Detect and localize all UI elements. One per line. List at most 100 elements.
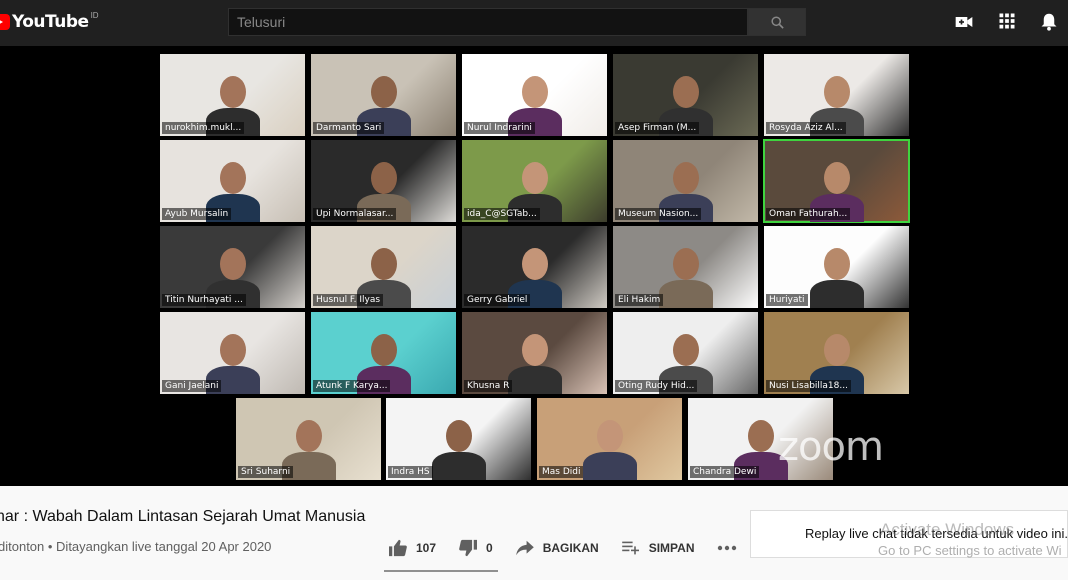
participant-face <box>371 162 397 194</box>
top-bar: YouTube ID Telusuri <box>0 0 1068 46</box>
participant-video <box>659 280 713 308</box>
participant-tile: Atunk F Karya... <box>311 312 456 394</box>
participant-tile: Indra HS <box>386 398 531 480</box>
participant-face <box>824 162 850 194</box>
participant-name: Ayub Mursalin <box>162 208 232 220</box>
participant-face <box>673 334 699 366</box>
video-actions: 107 0 BAGIKAN SIMPAN <box>388 539 767 557</box>
participant-name: Mas Didi <box>539 466 584 478</box>
apps-icon[interactable] <box>998 12 1016 30</box>
share-label: BAGIKAN <box>542 541 599 555</box>
logo-text: YouTube <box>12 12 89 32</box>
participant-video <box>508 366 562 394</box>
youtube-page: YouTube ID Telusuri nurokhim.mukl... Darm… <box>0 0 1068 580</box>
thumbs-up-icon <box>389 539 407 557</box>
participant-face <box>673 248 699 280</box>
participant-face <box>597 420 623 452</box>
participant-face <box>522 248 548 280</box>
participant-name: Museum Nasion... <box>615 208 702 220</box>
participant-name: Huriyati <box>766 294 808 306</box>
participant-name: Khusna R <box>464 380 513 392</box>
participant-tile: Rosyda Aziz Al... <box>764 54 909 136</box>
thumbs-down-icon <box>459 539 478 557</box>
participant-tile: Sri Suharni <box>236 398 381 480</box>
youtube-play-icon <box>0 14 10 30</box>
participant-tile: Titin Nurhayati ... <box>160 226 305 308</box>
participant-tile: Gerry Gabriel <box>462 226 607 308</box>
search-icon <box>771 16 784 29</box>
like-count: 107 <box>416 541 437 555</box>
participant-name: Gani Jaelani <box>162 380 222 392</box>
participant-name: ida_C@SGTab... <box>464 208 540 220</box>
participant-name: Nusi Lisabilla18... <box>766 380 851 392</box>
participant-face <box>220 334 246 366</box>
participant-tile: Oting Rudy Hid... <box>613 312 758 394</box>
participant-tile: nurokhim.mukl... <box>160 54 305 136</box>
participant-tile: Ayub Mursalin <box>160 140 305 222</box>
participant-tile: Mas Didi <box>537 398 682 480</box>
participant-face <box>824 76 850 108</box>
participant-video <box>432 452 486 480</box>
participant-face <box>673 162 699 194</box>
video-info: nar : Wabah Dalam Lintasan Sejarah Umat … <box>0 486 1068 580</box>
participant-face <box>296 420 322 452</box>
participant-face <box>673 76 699 108</box>
zoom-watermark: zoom <box>778 424 884 470</box>
participant-tile: Husnul F. Ilyas <box>311 226 456 308</box>
participant-name: Oting Rudy Hid... <box>615 380 698 392</box>
share-button[interactable]: BAGIKAN <box>515 540 599 556</box>
participant-face <box>220 76 246 108</box>
activate-windows-title: Activate Windows <box>880 520 1015 539</box>
participant-name: Oman Fathurah... <box>766 208 851 220</box>
participant-face <box>522 76 548 108</box>
like-button[interactable]: 107 <box>388 539 436 557</box>
participant-name: Sri Suharni <box>238 466 294 478</box>
participant-name: Atunk F Karya... <box>313 380 391 392</box>
participant-video <box>810 280 864 308</box>
participant-name: Nurul Indrarini <box>464 122 535 134</box>
participant-face <box>371 248 397 280</box>
participant-name: Asep Firman (M... <box>615 122 700 134</box>
participant-name: Upi Normalasar... <box>313 208 397 220</box>
participant-name: Eli Hakim <box>615 294 664 306</box>
participant-name: nurokhim.mukl... <box>162 122 245 134</box>
video-title: nar : Wabah Dalam Lintasan Sejarah Umat … <box>0 508 366 525</box>
activate-windows-subtitle: Go to PC settings to activate Wi <box>878 543 1062 558</box>
participant-tile: Eli Hakim <box>613 226 758 308</box>
dislike-button[interactable]: 0 <box>458 539 493 557</box>
participant-name: Gerry Gabriel <box>464 294 531 306</box>
create-video-icon[interactable] <box>954 12 974 32</box>
share-arrow-icon <box>515 540 534 556</box>
search-button[interactable] <box>748 8 806 36</box>
participant-name: Husnul F. Ilyas <box>313 294 384 306</box>
notifications-bell-icon[interactable] <box>1040 12 1058 32</box>
participant-face <box>522 334 548 366</box>
more-actions-button[interactable] <box>717 545 745 551</box>
save-button[interactable]: SIMPAN <box>621 540 695 556</box>
participant-tile: Upi Normalasar... <box>311 140 456 222</box>
video-meta: ditonton • Ditayangkan live tanggal 20 A… <box>0 539 272 554</box>
video-player[interactable]: nurokhim.mukl... Darmanto Sari Nurul Indra… <box>0 46 1068 486</box>
more-horizontal-icon <box>717 545 736 551</box>
dislike-count: 0 <box>486 541 493 555</box>
participant-face <box>748 420 774 452</box>
youtube-logo[interactable]: YouTube ID <box>0 11 99 33</box>
participant-tile: ida_C@SGTab... <box>462 140 607 222</box>
search-input[interactable]: Telusuri <box>228 8 748 36</box>
participant-face <box>220 248 246 280</box>
participant-face <box>371 76 397 108</box>
playlist-add-icon <box>621 541 639 555</box>
participant-video <box>583 452 637 480</box>
participant-tile: Museum Nasion... <box>613 140 758 222</box>
participant-name: Rosyda Aziz Al... <box>766 122 846 134</box>
participant-face <box>446 420 472 452</box>
participant-tile: Khusna R <box>462 312 607 394</box>
participant-face <box>824 248 850 280</box>
participant-name: Indra HS <box>388 466 433 478</box>
participant-name: Titin Nurhayati ... <box>162 294 246 306</box>
participant-name: Darmanto Sari <box>313 122 385 134</box>
participant-tile: Nusi Lisabilla18... <box>764 312 909 394</box>
participant-tile: Huriyati <box>764 226 909 308</box>
participant-tile: Gani Jaelani <box>160 312 305 394</box>
participant-tile: Asep Firman (M... <box>613 54 758 136</box>
